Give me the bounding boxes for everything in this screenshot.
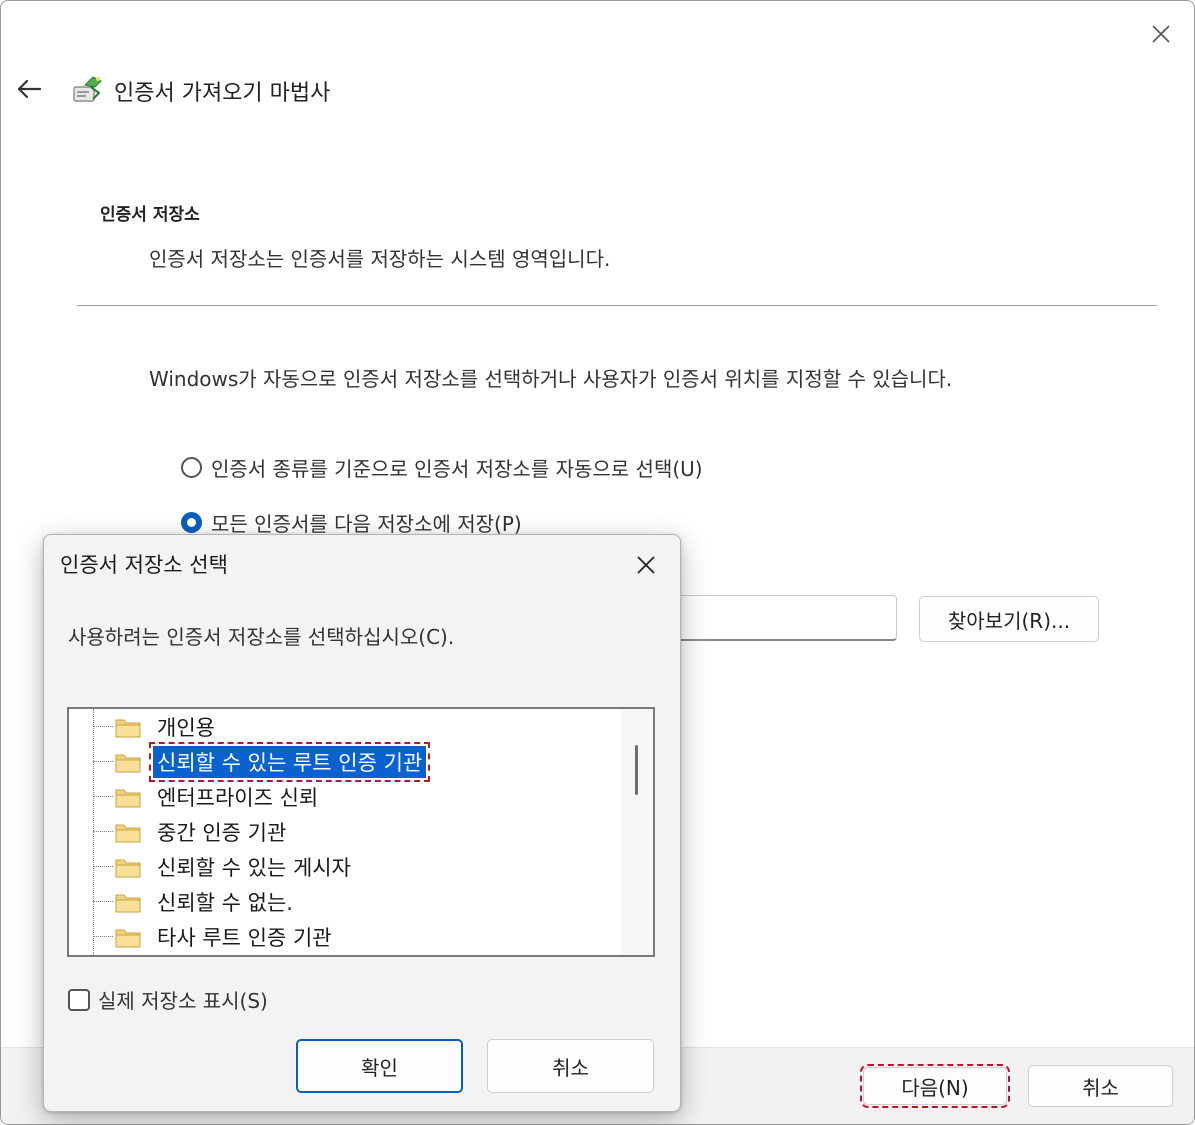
- dialog-close-button[interactable]: [626, 547, 666, 583]
- section-description: 인증서 저장소는 인증서를 저장하는 시스템 영역입니다.: [149, 247, 611, 271]
- instruction-text: Windows가 자동으로 인증서 저장소를 선택하거나 사용자가 인증서 위치…: [149, 367, 953, 391]
- tree-item-untrusted[interactable]: 신뢰할 수 없는.: [93, 884, 297, 919]
- radio-manual-button[interactable]: [181, 512, 202, 533]
- tree-scrollbar[interactable]: [621, 709, 653, 955]
- back-button[interactable]: [11, 71, 47, 107]
- certificate-wizard-icon: [71, 73, 105, 107]
- radio-auto-select[interactable]: 인증서 종류를 기준으로 인증서 저장소를 자동으로 선택(U): [181, 453, 703, 482]
- tree-item-label: 신뢰할 수 없는.: [157, 890, 293, 915]
- show-physical-label: 실제 저장소 표시(S): [98, 989, 268, 1013]
- folder-icon: [115, 719, 141, 737]
- tree-item-label: 타사 루트 인증 기관: [157, 925, 332, 950]
- section-title: 인증서 저장소: [100, 205, 200, 225]
- ok-button[interactable]: 확인: [296, 1039, 463, 1093]
- tree-item-label: 개인용: [157, 715, 215, 740]
- tree-item-label: 중간 인증 기관: [157, 820, 287, 845]
- wizard-close-button[interactable]: [1141, 15, 1181, 53]
- tree-item-trusted-publishers[interactable]: 신뢰할 수 있는 게시자: [93, 849, 355, 884]
- radio-manual-select[interactable]: 모든 인증서를 다음 저장소에 저장(P): [181, 508, 522, 537]
- dialog-cancel-button[interactable]: 취소: [487, 1039, 654, 1093]
- folder-icon: [115, 859, 141, 877]
- folder-icon: [115, 824, 141, 842]
- dialog-title: 인증서 저장소 선택: [60, 553, 228, 577]
- radio-manual-label: 모든 인증서를 다음 저장소에 저장(P): [211, 512, 522, 536]
- tree-item-personal[interactable]: 개인용: [93, 709, 219, 744]
- tree-item-enterprise-trust[interactable]: 엔터프라이즈 신뢰: [93, 779, 322, 814]
- tree-item-third-party-root[interactable]: 타사 루트 인증 기관: [93, 919, 336, 954]
- wizard-title: 인증서 가져오기 마법사: [114, 81, 331, 106]
- next-button[interactable]: 다음(N): [860, 1064, 1010, 1108]
- show-physical-stores-option[interactable]: 실제 저장소 표시(S): [68, 985, 268, 1014]
- radio-auto-label: 인증서 종류를 기준으로 인증서 저장소를 자동으로 선택(U): [211, 457, 703, 481]
- tree-item-intermediate-ca[interactable]: 중간 인증 기관: [93, 814, 290, 849]
- dialog-instruction: 사용하려는 인증서 저장소를 선택하십시오(C).: [68, 625, 455, 649]
- select-certificate-store-dialog: 인증서 저장소 선택 사용하려는 인증서 저장소를 선택하십시오(C). 개인용…: [43, 534, 681, 1112]
- tree-item-trusted-root[interactable]: 신뢰할 수 있는 루트 인증 기관: [93, 741, 431, 782]
- scrollbar-thumb[interactable]: [635, 745, 638, 795]
- tree-item-label: 엔터프라이즈 신뢰: [157, 785, 319, 810]
- radio-auto-button[interactable]: [181, 457, 202, 478]
- folder-icon: [115, 894, 141, 912]
- show-physical-checkbox[interactable]: [68, 988, 90, 1011]
- back-arrow-icon: [17, 79, 42, 99]
- folder-icon: [115, 754, 141, 772]
- certificate-store-tree[interactable]: 개인용 신뢰할 수 있는 루트 인증 기관 엔터프라이즈 신뢰 중간 인증 기관…: [67, 707, 655, 957]
- close-icon: [637, 556, 655, 574]
- cancel-button[interactable]: 취소: [1028, 1065, 1173, 1107]
- browse-button[interactable]: 찾아보기(R)...: [919, 596, 1099, 642]
- folder-icon: [115, 929, 141, 947]
- tree-item-label-selected: 신뢰할 수 있는 루트 인증 기관: [148, 741, 431, 782]
- tree-item-label: 신뢰할 수 있는 게시자: [157, 855, 351, 880]
- folder-icon: [115, 789, 141, 807]
- close-icon: [1152, 25, 1170, 43]
- header-divider: [77, 305, 1157, 306]
